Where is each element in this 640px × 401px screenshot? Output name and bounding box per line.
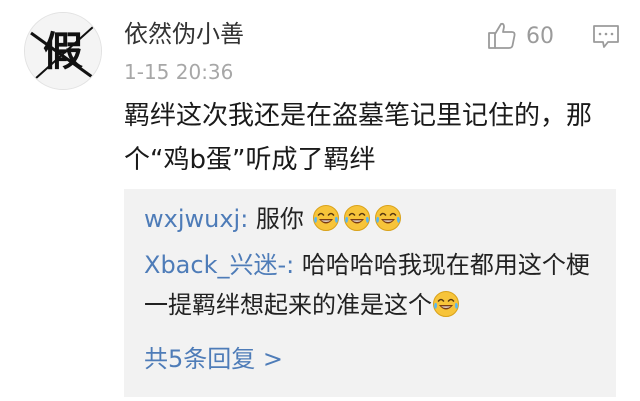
laughing-crying-emoji-icon	[432, 290, 460, 318]
reply-emoji-group	[312, 205, 405, 233]
reply-item[interactable]: Xback_兴迷-: 哈哈哈哈我现在都用这个梗 一提羁绊想起来的准是这个	[144, 245, 604, 325]
thumbs-up-icon	[486, 20, 518, 52]
more-replies-label: 共5条回复	[144, 345, 256, 373]
reply-username[interactable]: Xback_兴迷-:	[144, 251, 294, 279]
reply-item[interactable]: wxjwuxj: 服你	[144, 199, 604, 239]
chevron-right-icon: >	[262, 345, 284, 373]
avatar[interactable]: 假	[24, 12, 102, 90]
laughing-crying-emoji-icon	[374, 204, 402, 232]
like-count: 60	[526, 23, 554, 49]
laughing-crying-emoji-icon	[343, 204, 371, 232]
comment-bubble-icon[interactable]	[590, 20, 622, 52]
more-replies-link[interactable]: 共5条回复 >	[144, 339, 283, 379]
reply-text: 服你	[248, 205, 304, 233]
avatar-glyph: 假	[43, 29, 83, 75]
like-button[interactable]: 60	[486, 16, 554, 56]
reply-username[interactable]: wxjwuxj:	[144, 205, 248, 233]
laughing-crying-emoji-icon	[312, 204, 340, 232]
username[interactable]: 依然伪小善	[124, 14, 244, 49]
avatar-image: 假	[25, 13, 101, 89]
comment-text: 羁绊这次我还是在盗墓笔记里记住的，那个“鸡b蛋”听成了羁绊	[124, 101, 593, 175]
reply-emoji-group	[432, 291, 463, 319]
timestamp: 1-15 20:36	[124, 60, 234, 84]
replies-panel: wxjwuxj: 服你 Xback_兴迷-: 哈哈哈哈我现在都用这个梗 一提羁绊…	[124, 189, 616, 397]
